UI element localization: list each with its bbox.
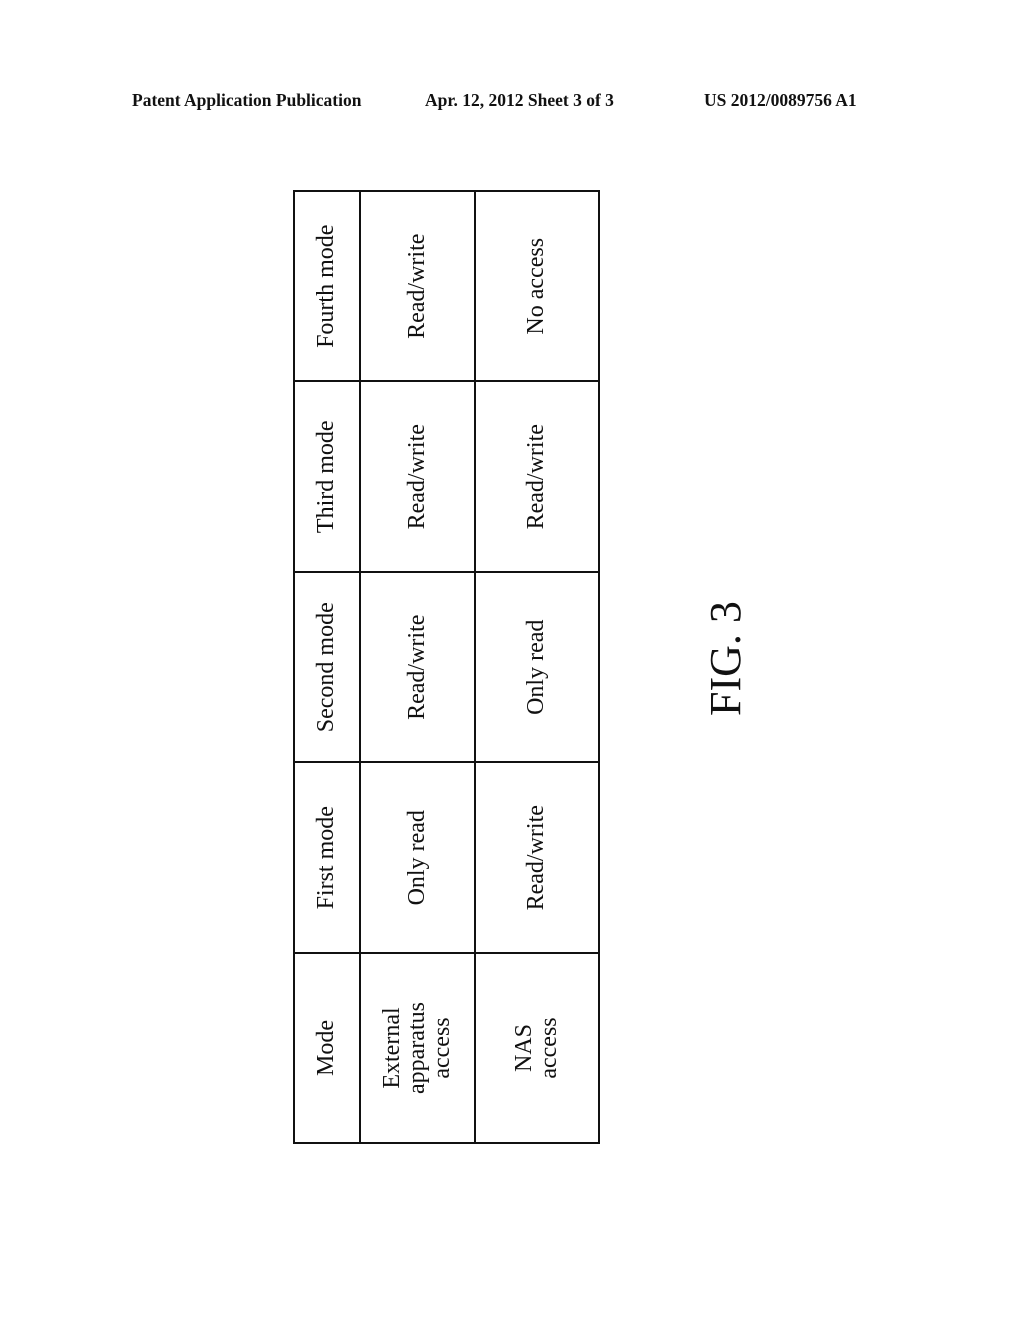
mode-access-table-wrapper: Mode First mode Second mode Third mode F…: [293, 190, 599, 1144]
publication-label: Patent Application Publication: [132, 90, 362, 110]
cell-mode: Third mode: [294, 381, 360, 572]
mode-access-table: Mode First mode Second mode Third mode F…: [293, 190, 600, 1144]
cell-nas-access: Read/write: [475, 762, 599, 953]
figure-label-wrapper: FIG. 3: [700, 590, 750, 720]
cell-nas-access: Read/write: [475, 381, 599, 572]
table-row-mode: Mode First mode Second mode Third mode F…: [294, 191, 360, 1143]
cell-mode: First mode: [294, 762, 360, 953]
column-header-nas-access: NAS access: [475, 953, 599, 1143]
cell-nas-access: Only read: [475, 572, 599, 763]
cell-nas-access: No access: [475, 191, 599, 382]
table-row-external-apparatus-access: External apparatus access Only read Read…: [360, 191, 475, 1143]
cell-external-access: Read/write: [360, 572, 475, 763]
figure-label: FIG. 3: [701, 601, 750, 716]
cell-external-access: Only read: [360, 762, 475, 953]
patent-number: US 2012/0089756 A1: [704, 90, 857, 110]
column-header-external-apparatus-access: External apparatus access: [360, 953, 475, 1143]
cell-external-access: Read/write: [360, 191, 475, 382]
rotated-table-frame: Mode First mode Second mode Third mode F…: [293, 190, 599, 1144]
cell-external-access: Read/write: [360, 381, 475, 572]
cell-mode: Fourth mode: [294, 191, 360, 382]
table-row-nas-access: NAS access Read/write Only read Read/wri…: [475, 191, 599, 1143]
column-header-mode: Mode: [294, 953, 360, 1143]
page-header: Patent Application Publication Apr. 12, …: [132, 90, 892, 114]
cell-mode: Second mode: [294, 572, 360, 763]
date-sheet: Apr. 12, 2012 Sheet 3 of 3: [425, 90, 614, 110]
